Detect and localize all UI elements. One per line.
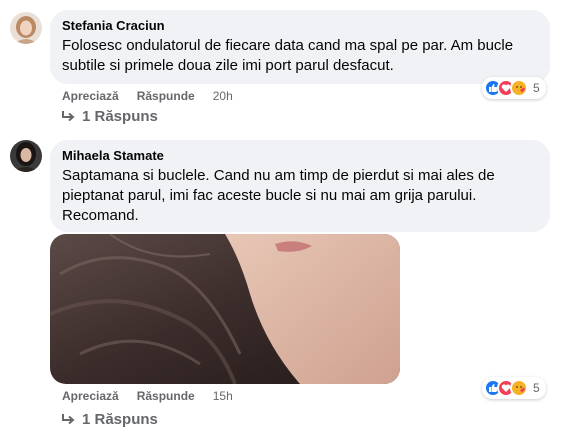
comment-text: Folosesc ondulatorul de fiecare data can… (62, 37, 514, 74)
replies-label: 1 Răspuns (82, 108, 158, 125)
reaction-count: 5 (533, 81, 540, 95)
comment-photo[interactable] (50, 234, 400, 384)
timestamp[interactable]: 15h (213, 388, 233, 404)
reaction-count: 5 (533, 381, 540, 395)
comment-actions: Apreciază Răspunde 15h (62, 388, 251, 404)
reply-arrow-icon (60, 110, 76, 124)
comment-author[interactable]: Stefania Craciun (62, 18, 538, 34)
timestamp[interactable]: 20h (213, 88, 233, 104)
like-button[interactable]: Apreciază (62, 88, 119, 104)
comment-bubble: Stefania Craciun Folosesc ondulatorul de… (50, 10, 550, 84)
care-reaction-icon (510, 79, 528, 97)
avatar[interactable] (10, 140, 42, 172)
avatar[interactable] (10, 12, 42, 44)
like-button[interactable]: Apreciază (62, 388, 119, 404)
view-replies-link[interactable]: 1 Răspuns (60, 410, 158, 430)
care-reaction-icon (510, 379, 528, 397)
replies-label: 1 Răspuns (82, 411, 158, 428)
reply-arrow-icon (60, 413, 76, 427)
comment-text: Saptamana si buclele. Cand nu am timp de… (62, 167, 495, 224)
comment-author[interactable]: Mihaela Stamate (62, 148, 538, 164)
reactions-summary[interactable]: 5 (482, 77, 546, 99)
comment-actions: Apreciază Răspunde 20h (62, 88, 251, 104)
comment-bubble: Mihaela Stamate Saptamana si buclele. Ca… (50, 140, 550, 232)
view-replies-link[interactable]: 1 Răspuns (60, 107, 158, 127)
reactions-summary[interactable]: 5 (482, 377, 546, 399)
reply-button[interactable]: Răspunde (137, 388, 195, 404)
reply-button[interactable]: Răspunde (137, 88, 195, 104)
